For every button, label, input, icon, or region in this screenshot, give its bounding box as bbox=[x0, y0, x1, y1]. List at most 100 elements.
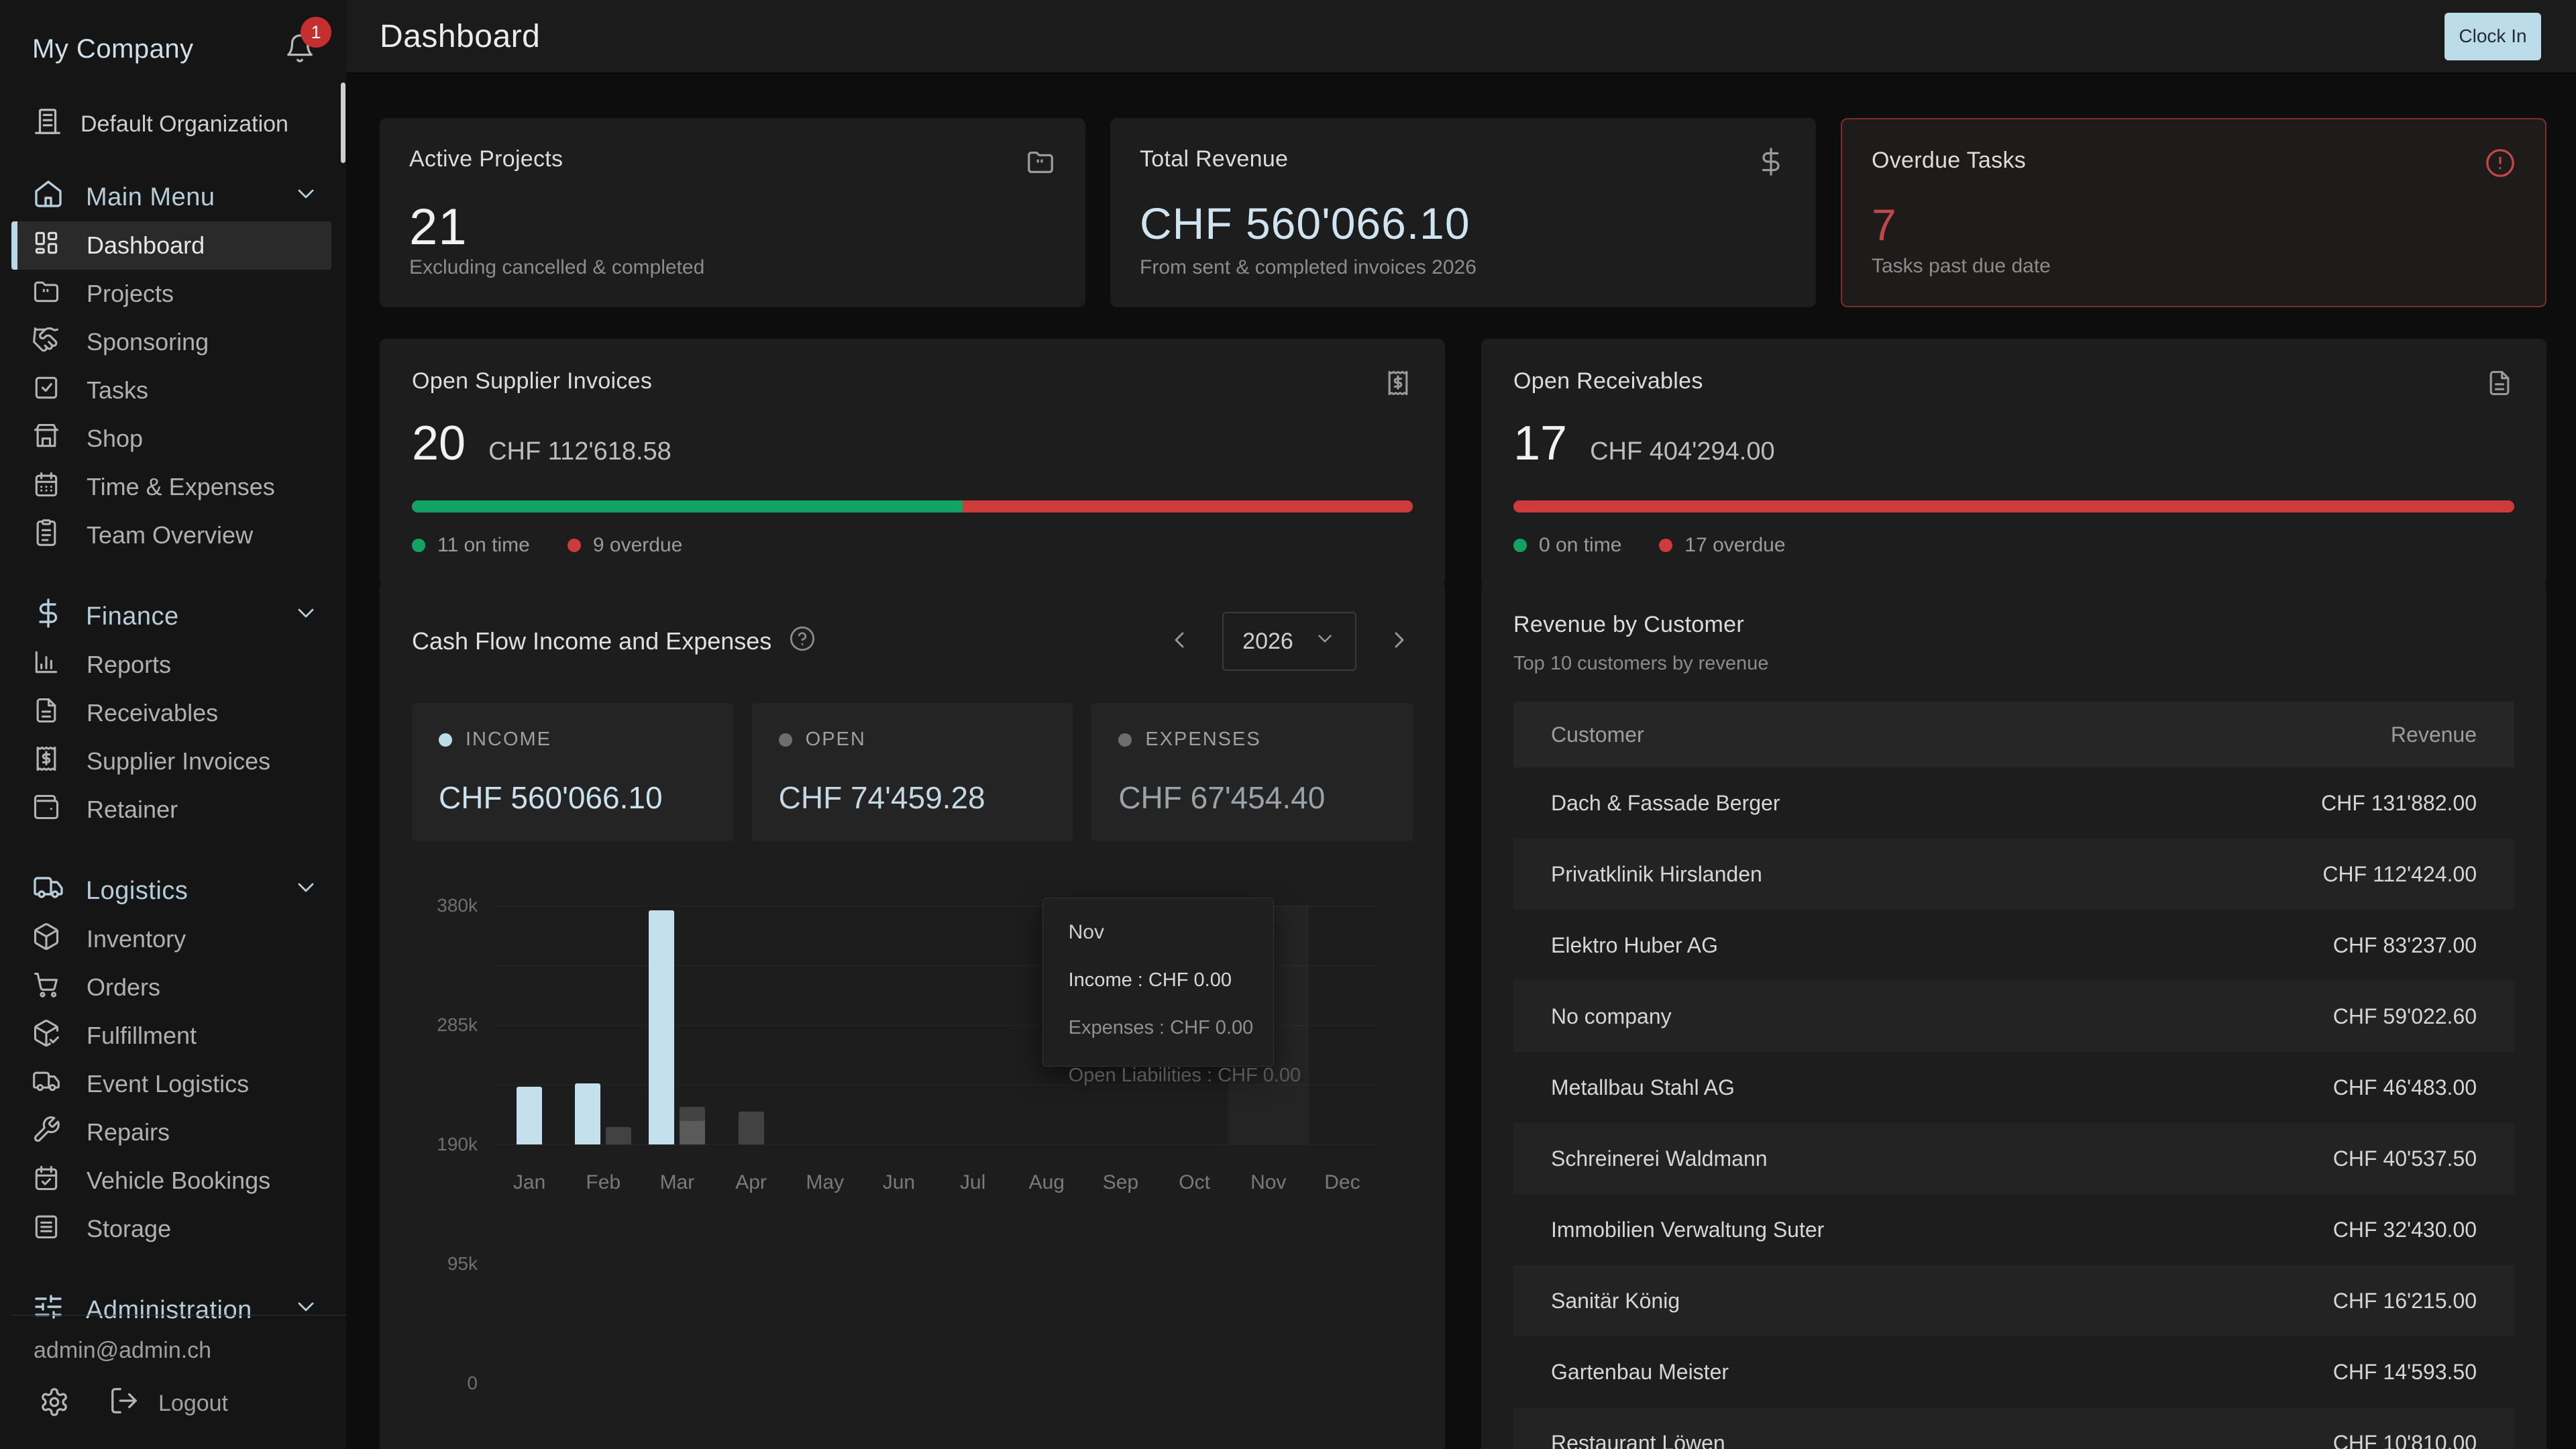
prev-year-button[interactable] bbox=[1166, 627, 1193, 657]
overdue-tasks-card: Overdue Tasks 7 Tasks past due date bbox=[1841, 118, 2546, 307]
customer-name: No company bbox=[1551, 1004, 1672, 1029]
sidebar-item-label: Event Logistics bbox=[87, 1070, 249, 1098]
table-row[interactable]: Elektro Huber AGCHF 83'237.00 bbox=[1513, 910, 2514, 981]
sidebar-item-vehicle-bookings[interactable]: Vehicle Bookings bbox=[11, 1157, 331, 1205]
revenue-column-header: Revenue bbox=[2391, 722, 2477, 747]
customer-revenue: CHF 59'022.60 bbox=[2333, 1004, 2477, 1029]
card-title: Overdue Tasks bbox=[1872, 148, 2026, 174]
table-row[interactable]: Gartenbau MeisterCHF 14'593.50 bbox=[1513, 1336, 2514, 1407]
cashflow-chart[interactable]: Nov Income : CHF 0.00 Expenses : CHF 0.0… bbox=[412, 879, 1413, 1295]
table-title: Revenue by Customer bbox=[1513, 612, 2514, 638]
sidebar-item-time-expenses[interactable]: Time & Expenses bbox=[11, 463, 331, 511]
sidebar-item-label: Projects bbox=[87, 280, 174, 308]
income-bar bbox=[649, 910, 674, 1144]
help-circle-icon[interactable] bbox=[789, 625, 816, 658]
bar-group-apr bbox=[739, 906, 764, 1144]
sidebar-item-label: Dashboard bbox=[87, 231, 205, 260]
table-row[interactable]: Restaurant LöwenCHF 10'810.00 bbox=[1513, 1407, 2514, 1449]
receivable-amount: CHF 404'294.00 bbox=[1590, 437, 1775, 466]
wrench-icon bbox=[32, 1115, 61, 1150]
supplier-progress-bar bbox=[412, 500, 1413, 513]
file-text-icon bbox=[2485, 368, 2514, 401]
year-select[interactable]: 2026 bbox=[1222, 612, 1356, 671]
customer-revenue: CHF 32'430.00 bbox=[2333, 1218, 2477, 1242]
org-header: My Company 1 Default Organization bbox=[0, 0, 346, 145]
customer-revenue: CHF 14'593.50 bbox=[2333, 1360, 2477, 1385]
x-axis-label: Jun bbox=[883, 1171, 915, 1194]
tooltip-open-liabilities: Open Liabilities : CHF 0.00 bbox=[1069, 1065, 1248, 1087]
section-header-logistics[interactable]: Logistics bbox=[0, 867, 346, 915]
on-time-dot bbox=[412, 539, 425, 552]
sidebar-item-receivables[interactable]: Receivables bbox=[11, 689, 331, 737]
table-row[interactable]: No company CHF 59'022.60 bbox=[1513, 981, 2514, 1052]
table-row[interactable]: Immobilien Verwaltung SuterCHF 32'430.00 bbox=[1513, 1194, 2514, 1265]
dashboard-content: Active Projects 21 Excluding cancelled &… bbox=[346, 74, 2576, 1449]
cart-icon bbox=[32, 970, 61, 1006]
bar-group-jan bbox=[517, 906, 542, 1144]
clock-in-button[interactable]: Clock In bbox=[2445, 13, 2541, 60]
receipt-icon bbox=[32, 744, 61, 780]
table-row[interactable]: Privatklinik HirslandenCHF 112'424.00 bbox=[1513, 839, 2514, 910]
expenses-label: EXPENSES bbox=[1145, 729, 1260, 751]
section-main-menu: Main Menu Dashboard Projects Sponsoring Task… bbox=[0, 173, 346, 559]
sidebar-item-supplier-invoices[interactable]: Supplier Invoices bbox=[11, 737, 331, 786]
x-axis-label: May bbox=[806, 1171, 844, 1194]
sidebar-item-inventory[interactable]: Inventory bbox=[11, 915, 331, 963]
sidebar-item-orders[interactable]: Orders bbox=[11, 963, 331, 1012]
settings-gear-icon[interactable] bbox=[39, 1387, 70, 1421]
invoice-amount: CHF 112'618.58 bbox=[488, 437, 672, 466]
sidebar-item-label: Repairs bbox=[87, 1118, 170, 1146]
logout-label: Logout bbox=[158, 1391, 228, 1417]
card-subtitle: From sent & completed invoices 2026 bbox=[1140, 256, 1786, 279]
chevron-down-icon bbox=[292, 180, 319, 214]
y-axis-tick: 190k bbox=[437, 1134, 478, 1155]
overdue-label: 9 overdue bbox=[593, 534, 682, 557]
sidebar-item-retainer[interactable]: Retainer bbox=[11, 786, 331, 834]
expenses-bar bbox=[680, 1107, 705, 1144]
next-year-button[interactable] bbox=[1386, 627, 1413, 657]
section-header-main-menu[interactable]: Main Menu bbox=[0, 173, 346, 221]
sidebar-item-fulfillment[interactable]: Fulfillment bbox=[11, 1012, 331, 1060]
sidebar-item-label: Storage bbox=[87, 1215, 171, 1243]
section-header-finance[interactable]: Finance bbox=[0, 592, 346, 641]
table-row[interactable]: Dach & Fassade BergerCHF 131'882.00 bbox=[1513, 767, 2514, 839]
sidebar-item-tasks[interactable]: Tasks bbox=[11, 366, 331, 415]
alert-circle-icon bbox=[2485, 148, 2516, 182]
table-row[interactable]: Schreinerei WaldmannCHF 40'537.50 bbox=[1513, 1123, 2514, 1194]
sidebar-item-event-logistics[interactable]: Event Logistics bbox=[11, 1060, 331, 1108]
x-axis-label: Nov bbox=[1250, 1171, 1286, 1194]
overdue-label: 17 overdue bbox=[1684, 534, 1785, 557]
sidebar-item-label: Shop bbox=[87, 425, 143, 453]
archive-icon bbox=[32, 1212, 61, 1247]
notifications-button[interactable]: 1 bbox=[284, 33, 317, 65]
open-value: CHF 74'459.28 bbox=[779, 780, 1046, 816]
organization-selector[interactable]: Default Organization bbox=[32, 103, 317, 145]
customer-name: Schreinerei Waldmann bbox=[1551, 1146, 1768, 1171]
clipboard-icon bbox=[32, 518, 61, 553]
bar-chart-icon bbox=[32, 647, 61, 683]
section-finance: FinanceReportsReceivablesSupplier Invoic… bbox=[0, 592, 346, 834]
total-revenue-card: Total Revenue CHF 560'066.10 From sent &… bbox=[1110, 118, 1816, 307]
sidebar-item-team-overview[interactable]: Team Overview bbox=[11, 511, 331, 559]
sidebar-item-repairs[interactable]: Repairs bbox=[11, 1108, 331, 1157]
sidebar-scrollbar-thumb[interactable] bbox=[341, 83, 345, 163]
logout-button[interactable]: Logout bbox=[109, 1385, 228, 1422]
x-axis-label: Oct bbox=[1179, 1171, 1210, 1194]
sidebar-item-storage[interactable]: Storage bbox=[11, 1205, 331, 1253]
table-row[interactable]: Sanitär KönigCHF 16'215.00 bbox=[1513, 1265, 2514, 1336]
sidebar-item-dashboard[interactable]: Dashboard bbox=[11, 221, 331, 270]
sidebar-item-sponsoring[interactable]: Sponsoring bbox=[11, 318, 331, 366]
on-time-label: 0 on time bbox=[1539, 534, 1621, 557]
x-axis-label: Mar bbox=[660, 1171, 695, 1194]
sidebar-item-projects[interactable]: Projects bbox=[11, 270, 331, 318]
table-row[interactable]: Metallbau Stahl AGCHF 46'483.00 bbox=[1513, 1052, 2514, 1123]
card-subtitle: Excluding cancelled & completed bbox=[409, 256, 1056, 279]
active-projects-value: 21 bbox=[409, 198, 1056, 256]
sidebar-item-label: Sponsoring bbox=[87, 328, 209, 356]
sidebar-item-shop[interactable]: Shop bbox=[11, 415, 331, 463]
sidebar: My Company 1 Default Organization Main M… bbox=[0, 0, 346, 1449]
sidebar-footer: admin@admin.ch Logout bbox=[0, 1315, 346, 1449]
logout-icon bbox=[109, 1385, 140, 1422]
sidebar-item-reports[interactable]: Reports bbox=[11, 641, 331, 689]
notification-badge: 1 bbox=[301, 17, 331, 48]
